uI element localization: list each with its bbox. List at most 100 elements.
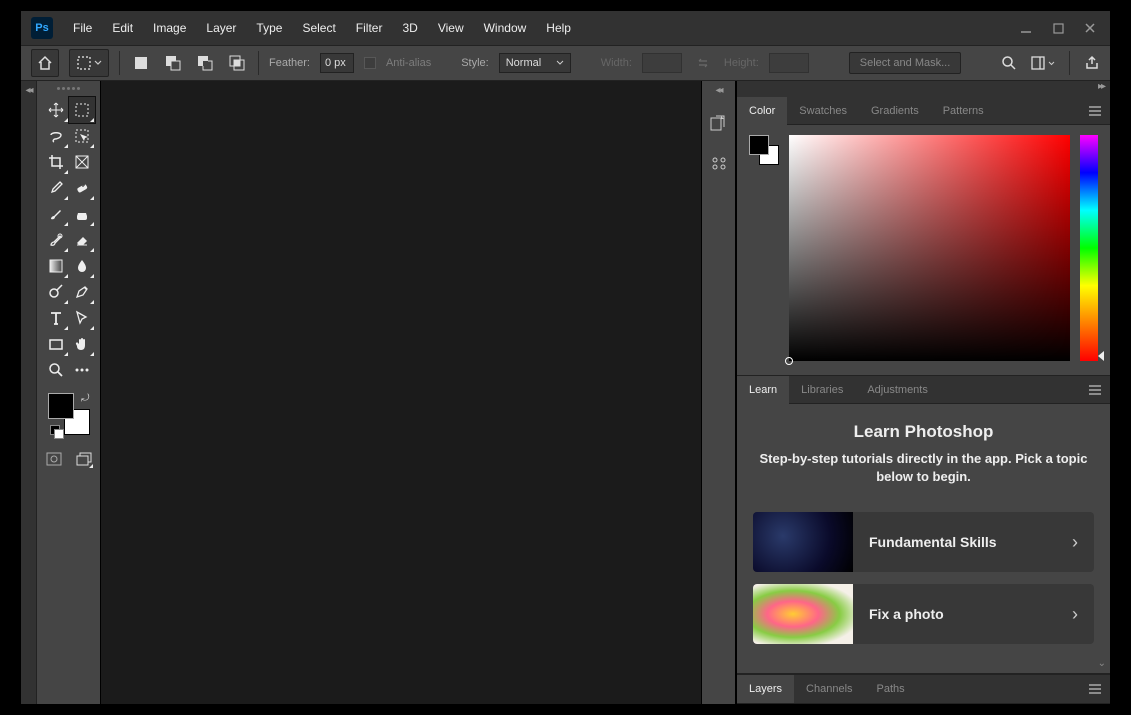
pen-tool[interactable]: [69, 279, 95, 305]
tool-preset-button[interactable]: [69, 49, 109, 77]
toolbox: ⤾: [37, 81, 101, 704]
add-to-selection-button[interactable]: [162, 52, 184, 74]
panel-grip[interactable]: [49, 87, 89, 93]
hue-slider[interactable]: [1080, 135, 1098, 361]
tab-adjustments[interactable]: Adjustments: [855, 376, 940, 404]
tab-learn[interactable]: Learn: [737, 376, 789, 404]
chevron-down-icon: [1048, 60, 1055, 67]
panel-color-swatch[interactable]: [749, 135, 779, 165]
edit-toolbar-button[interactable]: [69, 357, 95, 383]
eyedropper-tool[interactable]: [43, 175, 69, 201]
sv-cursor-icon: [785, 357, 793, 365]
height-input[interactable]: [769, 53, 809, 73]
hamburger-icon: [1088, 683, 1102, 695]
window-minimize-button[interactable]: [1010, 12, 1042, 44]
move-tool[interactable]: [43, 97, 69, 123]
antialias-checkbox[interactable]: [364, 57, 376, 69]
properties-panel-icon[interactable]: [706, 150, 732, 176]
lasso-tool[interactable]: [43, 123, 69, 149]
hamburger-icon: [1088, 384, 1102, 396]
saturation-value-picker[interactable]: [789, 135, 1070, 361]
crop-tool[interactable]: [43, 149, 69, 175]
collapse-toolbox-button[interactable]: ◂◂: [25, 85, 31, 704]
workspace-switcher-button[interactable]: [1031, 56, 1055, 70]
color-panel-menu-button[interactable]: [1080, 105, 1110, 117]
window-maximize-button[interactable]: [1042, 12, 1074, 44]
collapse-midstrip-button[interactable]: ◂◂: [715, 85, 721, 96]
dodge-tool[interactable]: [43, 279, 69, 305]
learn-card-fundamental-skills[interactable]: Fundamental Skills ›: [753, 512, 1094, 572]
rectangular-marquee-tool[interactable]: [69, 97, 95, 123]
feather-input[interactable]: [320, 53, 354, 73]
document-canvas[interactable]: [101, 81, 702, 704]
foreground-background-colors[interactable]: ⤾: [48, 393, 90, 435]
menu-edit[interactable]: Edit: [102, 15, 143, 41]
panel-fg-swatch[interactable]: [749, 135, 769, 155]
zoom-tool[interactable]: [43, 357, 69, 383]
tab-layers[interactable]: Layers: [737, 675, 794, 703]
screen-mode-button[interactable]: [74, 449, 94, 469]
new-selection-button[interactable]: [130, 52, 152, 74]
clone-stamp-tool[interactable]: [69, 201, 95, 227]
history-panel-icon[interactable]: [706, 110, 732, 136]
eraser-tool[interactable]: [69, 227, 95, 253]
history-brush-tool[interactable]: [43, 227, 69, 253]
expand-panels-button[interactable]: ▸▸: [1098, 81, 1104, 97]
tab-gradients[interactable]: Gradients: [859, 97, 931, 125]
frame-tool[interactable]: [69, 149, 95, 175]
tab-patterns[interactable]: Patterns: [931, 97, 996, 125]
menu-help[interactable]: Help: [536, 15, 581, 41]
menu-select[interactable]: Select: [292, 15, 345, 41]
brush-tool[interactable]: [43, 201, 69, 227]
height-label: Height:: [724, 57, 759, 69]
hand-tool[interactable]: [69, 331, 95, 357]
swap-colors-icon[interactable]: ⤾: [81, 393, 89, 404]
search-icon: [1001, 55, 1017, 71]
width-label: Width:: [601, 57, 632, 69]
window-close-button[interactable]: [1074, 12, 1106, 44]
style-select[interactable]: Normal: [499, 53, 571, 73]
right-panel-dock: ▸▸ Color Swatches Gradients Patterns: [736, 81, 1110, 704]
menu-window[interactable]: Window: [474, 15, 537, 41]
menu-filter[interactable]: Filter: [346, 15, 393, 41]
menu-3d[interactable]: 3D: [392, 15, 427, 41]
object-selection-tool[interactable]: [69, 123, 95, 149]
home-button[interactable]: [31, 49, 59, 77]
menu-type[interactable]: Type: [246, 15, 292, 41]
subtract-from-selection-button[interactable]: [194, 52, 216, 74]
swap-dimensions-button[interactable]: [692, 52, 714, 74]
style-value: Normal: [506, 57, 541, 69]
layers-panel-menu-button[interactable]: [1080, 683, 1110, 695]
scroll-down-icon[interactable]: ⌄: [1098, 658, 1106, 669]
rectangle-tool[interactable]: [43, 331, 69, 357]
color-panel: [737, 125, 1110, 376]
blur-tool[interactable]: [69, 253, 95, 279]
tab-color[interactable]: Color: [737, 97, 787, 125]
width-input[interactable]: [642, 53, 682, 73]
tab-swatches[interactable]: Swatches: [787, 97, 859, 125]
chevron-down-icon: [94, 59, 102, 67]
hamburger-icon: [1088, 105, 1102, 117]
menu-file[interactable]: File: [63, 15, 102, 41]
healing-brush-tool[interactable]: [69, 175, 95, 201]
intersect-selection-button[interactable]: [226, 52, 248, 74]
tab-channels[interactable]: Channels: [794, 675, 864, 703]
tab-libraries[interactable]: Libraries: [789, 376, 855, 404]
learn-panel-menu-button[interactable]: [1080, 384, 1110, 396]
photoshop-window: Ps File Edit Image Layer Type Select Fil…: [20, 10, 1111, 705]
menu-layer[interactable]: Layer: [196, 15, 246, 41]
type-tool[interactable]: [43, 305, 69, 331]
search-button[interactable]: [1001, 55, 1017, 71]
tab-paths[interactable]: Paths: [865, 675, 917, 703]
menu-image[interactable]: Image: [143, 15, 196, 41]
menu-view[interactable]: View: [428, 15, 474, 41]
gradient-tool[interactable]: [43, 253, 69, 279]
learn-card-fix-a-photo[interactable]: Fix a photo ›: [753, 584, 1094, 644]
learn-title: Learn Photoshop: [753, 422, 1094, 442]
foreground-color-swatch[interactable]: [48, 393, 74, 419]
share-button[interactable]: [1084, 55, 1100, 71]
quick-mask-button[interactable]: [44, 449, 64, 469]
select-and-mask-button[interactable]: Select and Mask...: [849, 52, 962, 74]
path-selection-tool[interactable]: [69, 305, 95, 331]
layers-panel-tabbar: Layers Channels Paths: [737, 674, 1110, 704]
